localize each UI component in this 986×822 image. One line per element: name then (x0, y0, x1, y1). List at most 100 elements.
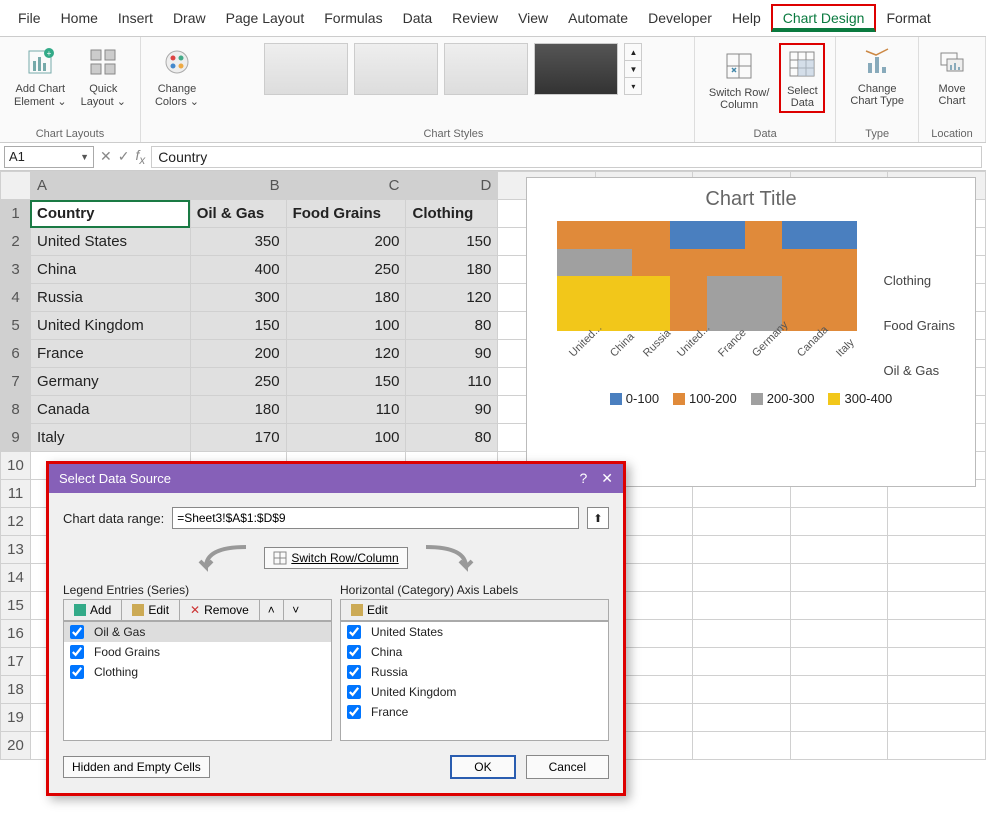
row-header-17[interactable]: 17 (1, 648, 31, 676)
row-header-2[interactable]: 2 (1, 228, 31, 256)
select-all-corner[interactable] (1, 172, 31, 200)
chart-style-3[interactable] (444, 43, 528, 95)
name-box[interactable]: A1▼ (4, 146, 94, 168)
add-chart-element-button[interactable]: + Add Chart Element ⌄ (10, 43, 71, 110)
cell-N15[interactable] (888, 592, 986, 620)
namebox-dropdown-icon[interactable]: ▼ (80, 152, 89, 162)
series-item[interactable]: Oil & Gas (64, 622, 331, 642)
menu-help[interactable]: Help (722, 6, 771, 30)
category-checkbox[interactable] (347, 705, 361, 719)
row-header-4[interactable]: 4 (1, 284, 31, 312)
category-item[interactable]: United States (341, 622, 608, 642)
cell-D2[interactable]: 150 (406, 228, 498, 256)
cell-B1[interactable]: Oil & Gas (190, 200, 286, 228)
cell-D6[interactable]: 90 (406, 340, 498, 368)
cell-A5[interactable]: United Kingdom (30, 312, 190, 340)
category-item[interactable]: Russia (341, 662, 608, 682)
ok-button[interactable]: OK (450, 755, 515, 779)
range-picker-icon[interactable]: ⬆ (587, 507, 609, 529)
switch-row-column-dialog-button[interactable]: Switch Row/Column (264, 547, 407, 569)
menu-data[interactable]: Data (393, 6, 443, 30)
cell-N19[interactable] (888, 704, 986, 732)
series-item[interactable]: Clothing (64, 662, 331, 682)
embedded-chart[interactable]: Chart Title ClothingFood GrainsOil & Gas… (526, 177, 976, 487)
menu-file[interactable]: File (8, 6, 51, 30)
menu-insert[interactable]: Insert (108, 6, 163, 30)
cancel-button[interactable]: Cancel (526, 755, 609, 779)
menu-automate[interactable]: Automate (558, 6, 638, 30)
cell-L18[interactable] (693, 676, 791, 704)
cell-M17[interactable] (790, 648, 888, 676)
series-move-up-button[interactable]: ˄ (260, 600, 284, 620)
cell-B5[interactable]: 150 (190, 312, 286, 340)
cell-M16[interactable] (790, 620, 888, 648)
chart-plot-area[interactable] (557, 221, 857, 331)
chart-styles-more[interactable]: ▲▼▾ (624, 43, 642, 95)
cell-B9[interactable]: 170 (190, 424, 286, 452)
cell-N12[interactable] (888, 508, 986, 536)
chart-style-4[interactable] (534, 43, 618, 95)
cell-C7[interactable]: 150 (286, 368, 406, 396)
category-checkbox[interactable] (347, 645, 361, 659)
menu-page-layout[interactable]: Page Layout (216, 6, 315, 30)
series-remove-button[interactable]: ✕Remove (180, 600, 260, 620)
cell-M15[interactable] (790, 592, 888, 620)
menu-review[interactable]: Review (442, 6, 508, 30)
category-edit-button[interactable]: Edit (341, 600, 398, 620)
cell-D5[interactable]: 80 (406, 312, 498, 340)
cancel-icon[interactable]: ✕ (100, 148, 112, 165)
series-listbox[interactable]: Oil & GasFood GrainsClothing (63, 621, 332, 741)
cell-B2[interactable]: 350 (190, 228, 286, 256)
cell-B3[interactable]: 400 (190, 256, 286, 284)
cell-A9[interactable]: Italy (30, 424, 190, 452)
category-checkbox[interactable] (347, 665, 361, 679)
menu-draw[interactable]: Draw (163, 6, 216, 30)
column-header-B[interactable]: B (190, 172, 286, 200)
row-header-8[interactable]: 8 (1, 396, 31, 424)
row-header-13[interactable]: 13 (1, 536, 31, 564)
cell-B7[interactable]: 250 (190, 368, 286, 396)
menu-developer[interactable]: Developer (638, 6, 722, 30)
row-header-1[interactable]: 1 (1, 200, 31, 228)
row-header-11[interactable]: 11 (1, 480, 31, 508)
menu-formulas[interactable]: Formulas (314, 6, 392, 30)
dialog-help-icon[interactable]: ? (579, 470, 587, 487)
series-add-button[interactable]: Add (64, 600, 122, 620)
cell-C4[interactable]: 180 (286, 284, 406, 312)
cell-A7[interactable]: Germany (30, 368, 190, 396)
menu-home[interactable]: Home (51, 6, 108, 30)
cell-M13[interactable] (790, 536, 888, 564)
category-checkbox[interactable] (347, 625, 361, 639)
select-data-button[interactable]: Select Data (779, 43, 825, 113)
row-header-20[interactable]: 20 (1, 732, 31, 760)
cell-M14[interactable] (790, 564, 888, 592)
series-checkbox[interactable] (70, 665, 84, 679)
row-header-16[interactable]: 16 (1, 620, 31, 648)
cell-M19[interactable] (790, 704, 888, 732)
row-header-19[interactable]: 19 (1, 704, 31, 732)
row-header-9[interactable]: 9 (1, 424, 31, 452)
cell-C1[interactable]: Food Grains (286, 200, 406, 228)
series-checkbox[interactable] (70, 625, 84, 639)
formula-input[interactable]: Country (151, 146, 982, 168)
chart-style-2[interactable] (354, 43, 438, 95)
cell-N20[interactable] (888, 732, 986, 760)
series-item[interactable]: Food Grains (64, 642, 331, 662)
cell-B4[interactable]: 300 (190, 284, 286, 312)
dialog-titlebar[interactable]: Select Data Source ? ✕ (49, 464, 623, 493)
column-header-C[interactable]: C (286, 172, 406, 200)
cell-A1[interactable]: Country (30, 200, 190, 228)
cell-L15[interactable] (693, 592, 791, 620)
cell-D1[interactable]: Clothing (406, 200, 498, 228)
chart-style-1[interactable] (264, 43, 348, 95)
cell-L20[interactable] (693, 732, 791, 760)
series-checkbox[interactable] (70, 645, 84, 659)
row-header-12[interactable]: 12 (1, 508, 31, 536)
cell-C5[interactable]: 100 (286, 312, 406, 340)
cell-L14[interactable] (693, 564, 791, 592)
cell-C8[interactable]: 110 (286, 396, 406, 424)
column-header-D[interactable]: D (406, 172, 498, 200)
fx-icon[interactable]: fx (135, 147, 145, 167)
chart-styles-gallery[interactable]: ▲▼▾ (264, 43, 642, 95)
row-header-15[interactable]: 15 (1, 592, 31, 620)
